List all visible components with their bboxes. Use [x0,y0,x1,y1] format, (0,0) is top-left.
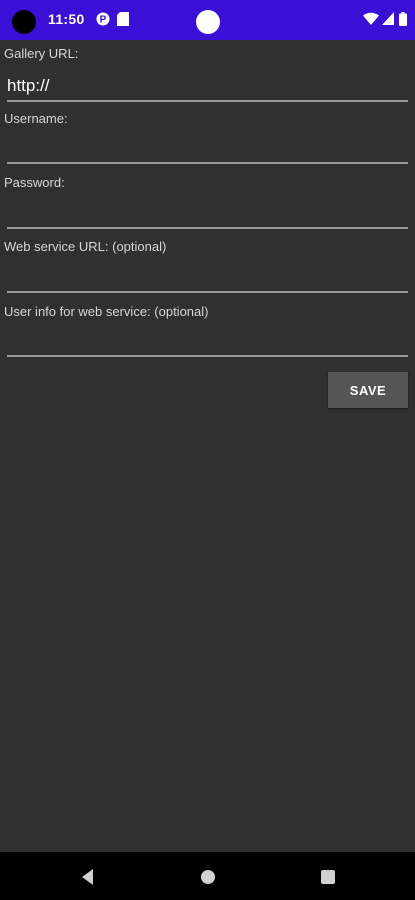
recents-icon[interactable] [317,866,339,888]
user-info-input[interactable] [7,327,408,357]
back-icon[interactable] [77,866,99,888]
status-bar: 11:50 P [0,0,415,40]
web-service-url-label: Web service URL: (optional) [4,239,167,254]
password-label: Password: [4,175,65,190]
username-input[interactable] [7,134,408,164]
save-button[interactable]: SAVE [328,372,408,408]
svg-text:P: P [100,15,107,26]
sd-card-icon [117,12,129,31]
gallery-url-label: Gallery URL: [4,46,79,61]
settings-form: Gallery URL: Username: Password: Web ser… [0,40,415,852]
camera-cutout [12,10,36,34]
wifi-icon [363,12,379,31]
navigation-bar [0,852,415,900]
user-info-label: User info for web service: (optional) [4,304,209,319]
battery-icon [399,12,407,31]
p-notification-icon: P [96,12,110,31]
home-icon[interactable] [197,866,219,888]
status-time: 11:50 [48,11,85,27]
username-label: Username: [4,111,68,126]
gallery-url-input[interactable] [7,72,408,102]
web-service-url-input[interactable] [7,263,408,293]
password-input[interactable] [7,199,408,229]
signal-icon [382,12,394,31]
center-dot [196,10,220,34]
